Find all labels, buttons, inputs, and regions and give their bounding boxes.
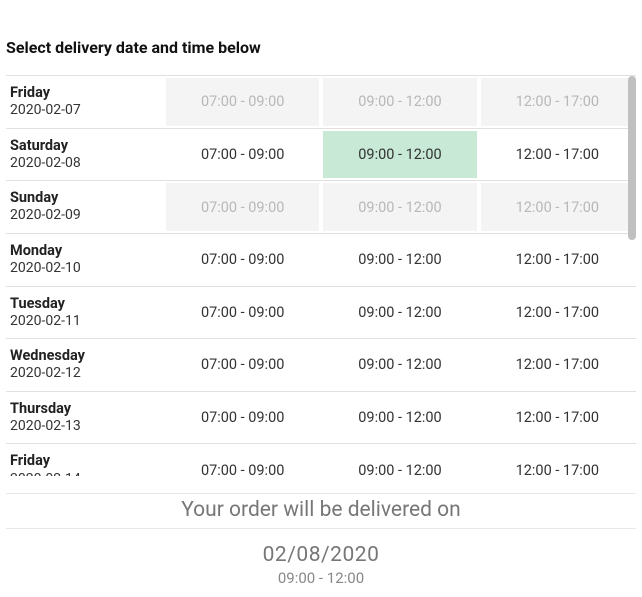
day-name: Friday bbox=[10, 84, 160, 102]
time-slot[interactable]: 09:00 - 12:00 bbox=[323, 131, 476, 179]
day-name: Thursday bbox=[10, 400, 160, 418]
time-slot[interactable]: 09:00 - 12:00 bbox=[323, 394, 476, 442]
summary-time: 09:00 - 12:00 bbox=[6, 567, 636, 587]
day-cell: Saturday2020-02-08 bbox=[6, 129, 164, 181]
scrollbar-thumb[interactable] bbox=[628, 76, 636, 240]
time-slot: 12:00 - 17:00 bbox=[481, 78, 634, 126]
day-date: 2020-02-14 bbox=[10, 471, 160, 477]
day-cell: Monday2020-02-10 bbox=[6, 234, 164, 286]
day-date: 2020-02-11 bbox=[10, 313, 160, 331]
day-date: 2020-02-13 bbox=[10, 418, 160, 436]
delivery-schedule-table: Friday2020-02-0707:00 - 09:0009:00 - 12:… bbox=[6, 75, 636, 476]
delivery-summary: Your order will be delivered on 02/08/20… bbox=[6, 493, 636, 587]
time-slot: 07:00 - 09:00 bbox=[166, 183, 319, 231]
time-slot[interactable]: 09:00 - 12:00 bbox=[323, 289, 476, 337]
day-name: Saturday bbox=[10, 137, 160, 155]
time-slot[interactable]: 07:00 - 09:00 bbox=[166, 446, 319, 476]
day-date: 2020-02-10 bbox=[10, 260, 160, 278]
time-slot[interactable]: 07:00 - 09:00 bbox=[166, 341, 319, 389]
time-slot[interactable]: 12:00 - 17:00 bbox=[481, 446, 634, 476]
time-slot: 09:00 - 12:00 bbox=[323, 183, 476, 231]
schedule-row: Sunday2020-02-0907:00 - 09:0009:00 - 12:… bbox=[6, 181, 636, 234]
day-name: Tuesday bbox=[10, 295, 160, 313]
time-slot[interactable]: 12:00 - 17:00 bbox=[481, 394, 634, 442]
day-cell: Wednesday2020-02-12 bbox=[6, 339, 164, 391]
time-slot[interactable]: 07:00 - 09:00 bbox=[166, 394, 319, 442]
day-cell: Friday2020-02-07 bbox=[6, 76, 164, 128]
time-slot: 09:00 - 12:00 bbox=[323, 78, 476, 126]
time-slot[interactable]: 12:00 - 17:00 bbox=[481, 236, 634, 284]
time-slot[interactable]: 09:00 - 12:00 bbox=[323, 446, 476, 476]
summary-date: 02/08/2020 bbox=[6, 529, 636, 567]
time-slot[interactable]: 07:00 - 09:00 bbox=[166, 131, 319, 179]
time-slot[interactable]: 12:00 - 17:00 bbox=[481, 341, 634, 389]
day-date: 2020-02-12 bbox=[10, 365, 160, 383]
day-cell: Thursday2020-02-13 bbox=[6, 392, 164, 444]
schedule-row: Monday2020-02-1007:00 - 09:0009:00 - 12:… bbox=[6, 234, 636, 287]
schedule-row: Tuesday2020-02-1107:00 - 09:0009:00 - 12… bbox=[6, 287, 636, 340]
schedule-scroll-area: Friday2020-02-0707:00 - 09:0009:00 - 12:… bbox=[6, 76, 636, 476]
day-date: 2020-02-09 bbox=[10, 207, 160, 225]
time-slot: 07:00 - 09:00 bbox=[166, 78, 319, 126]
day-cell: Friday2020-02-14 bbox=[6, 444, 164, 476]
day-date: 2020-02-07 bbox=[10, 102, 160, 120]
time-slot[interactable]: 12:00 - 17:00 bbox=[481, 289, 634, 337]
day-name: Friday bbox=[10, 452, 160, 470]
day-name: Sunday bbox=[10, 189, 160, 207]
time-slot[interactable]: 12:00 - 17:00 bbox=[481, 131, 634, 179]
summary-heading: Your order will be delivered on bbox=[6, 496, 636, 529]
time-slot[interactable]: 07:00 - 09:00 bbox=[166, 289, 319, 337]
schedule-row: Thursday2020-02-1307:00 - 09:0009:00 - 1… bbox=[6, 392, 636, 445]
schedule-row: Wednesday2020-02-1207:00 - 09:0009:00 - … bbox=[6, 339, 636, 392]
day-date: 2020-02-08 bbox=[10, 155, 160, 173]
day-cell: Tuesday2020-02-11 bbox=[6, 287, 164, 339]
schedule-row: Friday2020-02-0707:00 - 09:0009:00 - 12:… bbox=[6, 76, 636, 129]
time-slot[interactable]: 09:00 - 12:00 bbox=[323, 236, 476, 284]
page-title: Select delivery date and time below bbox=[0, 0, 642, 75]
day-name: Monday bbox=[10, 242, 160, 260]
time-slot: 12:00 - 17:00 bbox=[481, 183, 634, 231]
day-name: Wednesday bbox=[10, 347, 160, 365]
time-slot[interactable]: 09:00 - 12:00 bbox=[323, 341, 476, 389]
time-slot[interactable]: 07:00 - 09:00 bbox=[166, 236, 319, 284]
schedule-row: Saturday2020-02-0807:00 - 09:0009:00 - 1… bbox=[6, 129, 636, 182]
day-cell: Sunday2020-02-09 bbox=[6, 181, 164, 233]
schedule-row: Friday2020-02-1407:00 - 09:0009:00 - 12:… bbox=[6, 444, 636, 476]
